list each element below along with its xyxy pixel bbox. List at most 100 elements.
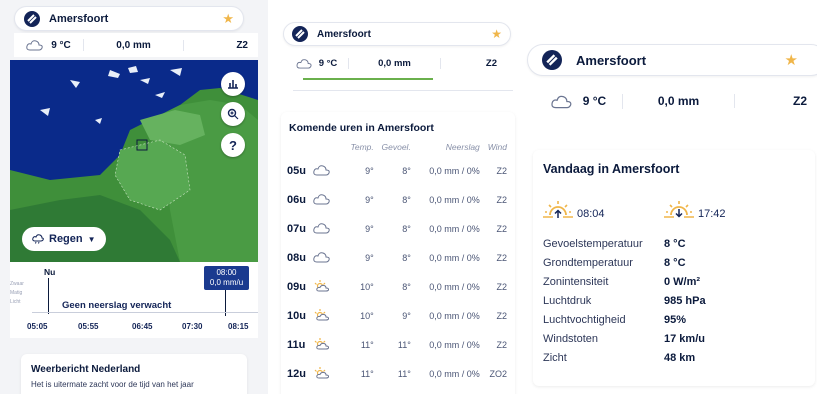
chart-button[interactable] [221,72,245,96]
hour-precip: 0,0 mm / 0% [429,310,480,321]
current-wind: Z2 [485,57,497,69]
hour-row: 06u 9° 8° 0,0 mm / 0% Z2 [281,185,515,214]
details-list: Gevoelstemperatuur 8 °C Grondtemperatuur 8 … [543,234,805,367]
location-header[interactable]: Amersfoort ★ [527,44,817,76]
intensity-levels: Zwaar Matig Licht [10,280,24,307]
detail-value: 8 °C [664,256,686,269]
hour-row: 11u 11° 11° 0,0 mm / 0% Z2 [281,330,515,359]
hour-wind: Z2 [496,165,507,176]
app-screen-map: Amersfoort ★ 9 °C 0,0 mm Z2 ? Regen ▼ Nu… [0,0,268,394]
hour-feel: 8° [402,165,411,176]
current-temperature: 9 °C [318,57,338,69]
hour-feel: 9° [402,310,411,321]
current-wind-cell: Z2 [441,58,511,69]
favorite-star-icon[interactable]: ★ [491,27,502,41]
cloud-icon [313,193,331,207]
hour-precip: 0,0 mm / 0% [429,252,480,263]
location-logo-icon [542,50,562,70]
current-precip-cell: 0,0 mm [623,94,735,108]
current-weather-bar: 9 °C 0,0 mm Z2 [14,33,258,57]
hour-temp: 10° [360,310,374,321]
hour-wind: Z2 [496,223,507,234]
detail-row: Luchtdruk 985 hPa [543,291,805,310]
timeline-axis [32,312,258,313]
hour-row: 07u 9° 8° 0,0 mm / 0% Z2 [281,214,515,243]
detail-label: Luchtdruk [543,294,592,307]
divider [293,90,513,91]
hour-temp: 9° [365,165,374,176]
cloud-icon [313,222,331,236]
layer-select[interactable]: Regen ▼ [22,227,106,251]
hourly-table: Temp. Gevoel. Neerslag Wind 05u 9° 8° 0,0 m… [281,138,515,388]
chart-icon [228,80,238,89]
sunset-icon [664,201,694,218]
hour-label: 08u [287,251,306,264]
detail-label: Grondtemperatuur [543,256,633,269]
current-wind: Z2 [792,94,807,108]
precipitation-timeline[interactable]: Nu 08:00 0,0 mm/u Zwaar Matig Licht Geen… [10,262,258,338]
detail-value: 95% [664,313,687,326]
detail-value: 48 km [664,351,696,364]
app-screen-today: Amersfoort ★ 9 °C 0,0 mm Z2 Vandaag in A… [525,0,817,394]
location-header[interactable]: Amersfoort ★ [283,22,511,46]
hour-feel: 8° [402,252,411,263]
hour-wind: Z2 [496,281,507,292]
col-feel: Gevoel. [381,142,411,152]
current-wind: Z2 [236,39,248,51]
green-indicator-line [303,78,433,80]
current-temperature: 9 °C [51,39,71,51]
hour-feel: 11° [397,339,411,350]
detail-value: 0 W/m² [664,275,701,288]
zoom-icon [227,108,239,120]
sunrise-time: 08:04 [577,208,605,220]
selected-time: 08:00 [216,268,237,277]
detail-row: Gevoelstemperatuur 8 °C [543,234,805,253]
chevron-down-icon: ▼ [87,234,96,244]
hour-precip: 0,0 mm / 0% [429,223,480,234]
detail-label: Zicht [543,351,567,364]
radar-map[interactable]: ? Regen ▼ [10,60,258,262]
hour-feel: 8° [402,223,411,234]
hourly-header-row: Temp. Gevoel. Neerslag Wind [281,138,515,156]
current-precipitation: 0,0 mm [378,57,411,69]
detail-value: 8 °C [664,237,686,250]
tick-label: 05:55 [78,322,99,331]
current-precipitation: 0,0 mm [657,94,700,108]
favorite-star-icon[interactable]: ★ [222,11,234,27]
location-logo-icon [292,26,308,42]
col-wind: Wind [487,142,507,152]
news-card[interactable]: Weerbericht Nederland Het is uitermate z… [21,354,247,394]
location-header[interactable]: Amersfoort ★ [14,6,244,31]
detail-row: Grondtemperatuur 8 °C [543,253,805,272]
hour-precip: 0,0 mm / 0% [429,339,480,350]
selected-time-tooltip: 08:00 0,0 mm/u [204,266,249,290]
today-card: Vandaag in Amersfoort 08:04 17:42 Gevoel… [533,150,815,386]
hour-row: 10u 10° 9° 0,0 mm / 0% Z2 [281,301,515,330]
detail-value: 17 km/u [664,332,705,345]
cloud-icon [296,58,312,69]
sun-cloud-icon [313,338,331,352]
current-precipitation: 0,0 mm [116,39,151,51]
sun-cloud-icon [313,280,331,294]
hour-precip: 0,0 mm / 0% [429,368,480,379]
detail-row: Luchtvochtigheid 95% [543,310,805,329]
news-text: Het is uitermate zacht voor de tijd van … [31,380,194,389]
selected-value: 0,0 mm/u [209,278,244,287]
hour-temp: 9° [365,223,374,234]
help-button[interactable]: ? [221,133,245,157]
current-temp-cell: 9 °C [285,57,349,69]
sunrise-icon [543,201,573,218]
detail-row: Zicht 48 km [543,348,805,367]
sunset: 17:42 [664,198,726,220]
current-precip-cell: 0,0 mm [349,57,441,69]
location-name: Amersfoort [49,12,109,25]
level-moderate: Matig [10,290,23,296]
current-wind-cell: Z2 [735,94,817,108]
hour-row: 09u 10° 8° 0,0 mm / 0% Z2 [281,272,515,301]
now-marker [48,278,49,314]
favorite-star-icon[interactable]: ★ [785,51,798,69]
news-title: Weerbericht Nederland [31,364,141,375]
help-icon: ? [229,137,237,153]
zoom-button[interactable] [221,102,245,126]
sunrise: 08:04 [543,198,664,220]
